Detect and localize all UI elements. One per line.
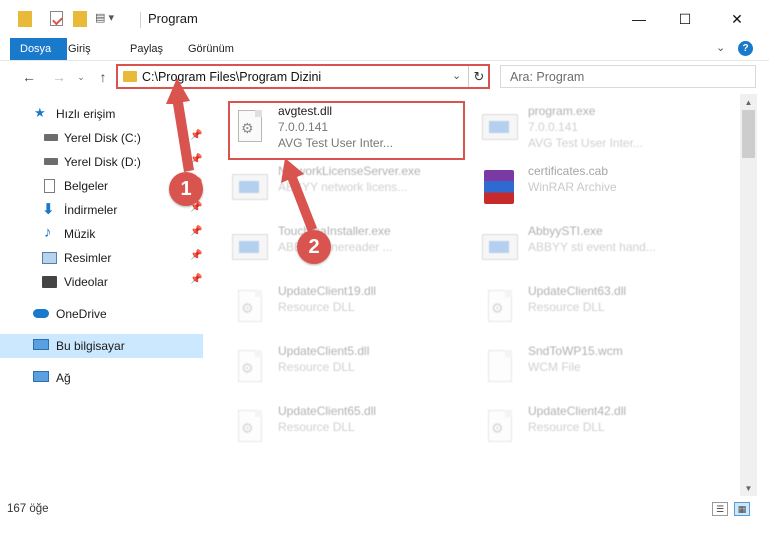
scroll-down-arrow[interactable]: ▼ xyxy=(740,480,757,496)
arrow-step1 xyxy=(166,78,194,172)
scroll-thumb[interactable] xyxy=(742,110,755,158)
step-badge-2: 2 xyxy=(297,230,331,264)
vertical-scrollbar[interactable]: ▲ ▼ xyxy=(740,94,757,496)
annotation-arrows xyxy=(166,78,317,232)
status-bar: 167 öğe ☰ ▦ xyxy=(0,496,769,522)
item-count: 167 öğe xyxy=(7,503,49,515)
arrow-step2 xyxy=(281,158,317,232)
step-badge-1: 1 xyxy=(169,172,203,206)
details-view-button[interactable]: ☰ xyxy=(712,502,728,516)
scroll-up-arrow[interactable]: ▲ xyxy=(740,94,757,110)
large-icons-view-button[interactable]: ▦ xyxy=(734,502,750,516)
